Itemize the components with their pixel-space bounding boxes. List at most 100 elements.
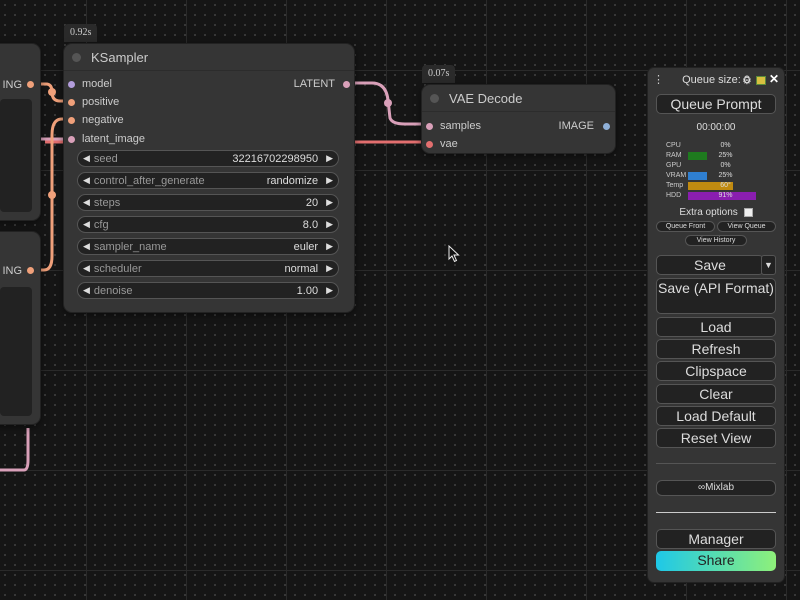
stat-cpu: CPU 0% [666, 141, 776, 150]
input-slot-vae[interactable]: vae [426, 138, 458, 150]
conditioning-pin-icon[interactable] [68, 116, 75, 124]
decrement-arrow-icon[interactable]: ◀ [83, 175, 90, 186]
output-label-latent: LATENT [293, 78, 335, 90]
stat-gpu: GPU 0% [666, 161, 776, 170]
model-pin-icon[interactable] [68, 80, 75, 88]
output-slot-image[interactable]: IMAGE [559, 120, 610, 132]
increment-arrow-icon[interactable]: ▶ [326, 175, 333, 186]
increment-arrow-icon[interactable]: ▶ [326, 263, 333, 274]
widget-value: 1.00 [296, 284, 319, 297]
reset-view-button[interactable]: Reset View [656, 428, 776, 448]
latent-pin-icon[interactable] [343, 80, 350, 88]
stat-label: RAM [666, 152, 682, 159]
clipspace-button[interactable]: Clipspace [656, 361, 776, 381]
decrement-arrow-icon[interactable]: ◀ [83, 197, 90, 208]
conditioning-output-pin[interactable] [27, 81, 34, 88]
settings-gear-icon[interactable]: ⚙ [742, 74, 752, 87]
widget-name: sampler_name [93, 240, 167, 253]
manager-button[interactable]: Manager [656, 529, 776, 549]
widget-control-after-generate[interactable]: ◀ control_after_generate randomize ▶ [77, 172, 339, 189]
image-gallery-icon[interactable] [756, 76, 766, 85]
mixlab-button[interactable]: ∞Mixlab [656, 480, 776, 496]
decrement-arrow-icon[interactable]: ◀ [83, 285, 90, 296]
wire-midpoint[interactable] [384, 99, 392, 107]
clip-text-encode-negative-node[interactable]: ING [0, 232, 40, 424]
decrement-arrow-icon[interactable]: ◀ [83, 263, 90, 274]
view-history-button[interactable]: View History [685, 235, 747, 246]
close-icon[interactable]: ✕ [769, 72, 779, 86]
wire-midpoint[interactable] [48, 191, 56, 199]
collapse-dot-icon[interactable] [430, 93, 439, 103]
stat-value: 91% [718, 191, 733, 199]
vae-pin-icon[interactable] [426, 140, 433, 148]
widget-name: scheduler [93, 262, 142, 275]
conditioning-output-label: ING [2, 79, 22, 91]
widget-scheduler[interactable]: ◀ scheduler normal ▶ [77, 260, 339, 277]
widget-name: cfg [93, 218, 109, 231]
widget-name: steps [93, 196, 121, 209]
stat-value: 0% [720, 141, 731, 149]
input-slot-samples[interactable]: samples [426, 120, 481, 132]
image-pin-icon[interactable] [603, 122, 610, 130]
stat-temp: Temp 60° [666, 181, 776, 190]
ksampler-node[interactable]: KSampler model positive negative latent_… [64, 44, 354, 312]
load-default-button[interactable]: Load Default [656, 406, 776, 426]
queue-side-panel: ⋮ Queue size: 0 ⚙ ✕ Queue Prompt 00:00:0… [648, 68, 784, 582]
queue-front-button[interactable]: Queue Front [656, 221, 715, 232]
prompt-textarea[interactable] [0, 287, 32, 416]
save-button[interactable]: Save [656, 255, 764, 275]
increment-arrow-icon[interactable]: ▶ [326, 153, 333, 164]
refresh-button[interactable]: Refresh [656, 339, 776, 359]
load-button[interactable]: Load [656, 317, 776, 337]
increment-arrow-icon[interactable]: ▶ [326, 241, 333, 252]
decrement-arrow-icon[interactable]: ◀ [83, 241, 90, 252]
widget-steps[interactable]: ◀ steps 20 ▶ [77, 194, 339, 211]
decrement-arrow-icon[interactable]: ◀ [83, 219, 90, 230]
prompt-textarea[interactable] [0, 99, 32, 212]
conditioning-output-pin[interactable] [27, 267, 34, 274]
input-slot-negative[interactable]: negative [68, 114, 124, 126]
conditioning-pin-icon[interactable] [68, 98, 75, 106]
save-dropdown-button[interactable]: ▼ [761, 255, 776, 275]
stat-value: 60° [720, 181, 731, 189]
decrement-arrow-icon[interactable]: ◀ [83, 153, 90, 164]
widget-seed[interactable]: ◀ seed 32216702298950 ▶ [77, 150, 339, 167]
elapsed-timer: 00:00:00 [696, 122, 736, 133]
output-slot-latent[interactable]: LATENT [294, 78, 350, 90]
ksampler-title-bar[interactable]: KSampler [64, 44, 354, 71]
widget-name: control_after_generate [93, 174, 205, 187]
increment-arrow-icon[interactable]: ▶ [326, 219, 333, 230]
extra-options-checkbox[interactable] [743, 207, 753, 217]
ksampler-title: KSampler [91, 49, 149, 65]
input-slot-model[interactable]: model [68, 78, 112, 90]
stat-label: GPU [666, 162, 682, 169]
input-slot-positive[interactable]: positive [68, 96, 119, 108]
widget-sampler-name[interactable]: ◀ sampler_name euler ▶ [77, 238, 339, 255]
wire-midpoint[interactable] [48, 88, 56, 96]
model-wire[interactable] [0, 428, 30, 472]
widget-value: normal [284, 262, 319, 275]
latent-pin-icon[interactable] [426, 122, 433, 130]
clear-button[interactable]: Clear [656, 384, 776, 404]
widget-value: randomize [266, 174, 319, 187]
increment-arrow-icon[interactable]: ▶ [326, 197, 333, 208]
vae-decode-node[interactable]: VAE Decode samples vae IMAGE [422, 85, 615, 153]
save-api-format-button[interactable]: Save (API Format) [656, 278, 776, 314]
output-label-image: IMAGE [558, 120, 594, 132]
vae-decode-title-bar[interactable]: VAE Decode [422, 85, 615, 112]
latent-pin-icon[interactable] [68, 135, 75, 143]
widget-denoise[interactable]: ◀ denoise 1.00 ▶ [77, 282, 339, 299]
input-slot-latent-image[interactable]: latent_image [68, 133, 145, 145]
view-queue-button[interactable]: View Queue [717, 221, 776, 232]
clip-text-encode-positive-node[interactable]: ING axy [0, 44, 40, 220]
stat-bar: 0% [688, 142, 763, 150]
queue-prompt-button[interactable]: Queue Prompt [656, 94, 776, 114]
stat-bar: 25% [688, 151, 763, 160]
widget-cfg[interactable]: ◀ cfg 8.0 ▶ [77, 216, 339, 233]
save-label: Save [694, 257, 726, 273]
increment-arrow-icon[interactable]: ▶ [326, 285, 333, 296]
collapse-dot-icon[interactable] [72, 52, 81, 62]
stat-label: CPU [666, 142, 681, 149]
share-button[interactable]: Share [656, 551, 776, 571]
extra-options-row: Extra options [648, 207, 784, 218]
